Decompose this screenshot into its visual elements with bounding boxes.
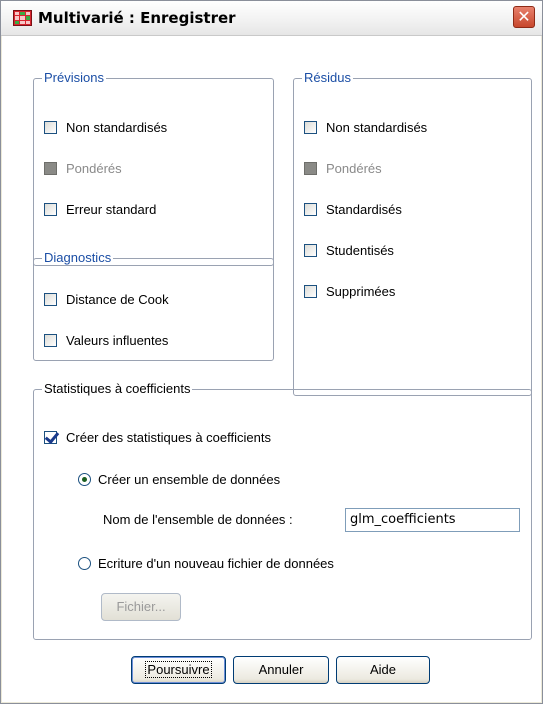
close-button[interactable]: ✕ [513, 6, 535, 28]
dialog-client-area: Prévisions Non standardisés Pondérés Err… [2, 36, 541, 702]
checkbox-box[interactable] [44, 203, 57, 216]
close-icon: ✕ [517, 7, 531, 26]
diagnostics-valeurs-influentes-checkbox[interactable]: Valeurs influentes [44, 333, 168, 348]
create-coefficient-stats-checkbox[interactable]: Créer des statistiques à coefficients [44, 430, 271, 445]
file-button: Fichier... [101, 593, 181, 621]
checkbox-box [304, 162, 317, 175]
dialog-window: Multivarié : Enregistrer ✕ Prévisions No… [0, 0, 543, 704]
diagnostics-group: Diagnostics Distance de Cook Valeurs inf… [33, 250, 274, 361]
checkbox-box[interactable] [304, 121, 317, 134]
title-bar[interactable]: Multivarié : Enregistrer ✕ [1, 1, 542, 36]
dataset-name-input[interactable]: glm_coefficients [345, 508, 520, 532]
diagnostics-cook-checkbox[interactable]: Distance de Cook [44, 292, 169, 307]
residus-non-standardises-checkbox[interactable]: Non standardisés [304, 120, 427, 135]
checkbox-box[interactable] [304, 244, 317, 257]
dataset-name-label: Nom de l'ensemble de données : [103, 512, 293, 527]
continue-button-label: Poursuivre [145, 661, 212, 678]
checkbox-label: Standardisés [326, 202, 402, 217]
previsions-ponderes-checkbox: Pondérés [44, 161, 122, 176]
radio-create-dataset[interactable]: Créer un ensemble de données [78, 472, 280, 487]
residus-standardises-checkbox[interactable]: Standardisés [304, 202, 402, 217]
window-title: Multivarié : Enregistrer [38, 9, 236, 27]
residus-group: Résidus Non standardisés Pondérés Standa… [293, 70, 532, 396]
previsions-erreur-standard-checkbox[interactable]: Erreur standard [44, 202, 156, 217]
radio-write-new-file[interactable]: Ecriture d'un nouveau fichier de données [78, 556, 334, 571]
residus-ponderes-checkbox: Pondérés [304, 161, 382, 176]
cancel-button[interactable]: Annuler [233, 656, 329, 684]
checkbox-label: Non standardisés [66, 120, 168, 135]
checkbox-box[interactable] [44, 293, 57, 306]
checkbox-label: Distance de Cook [66, 292, 169, 307]
checkbox-label: Pondérés [326, 161, 382, 176]
diagnostics-legend: Diagnostics [42, 250, 114, 265]
checkbox-label: Pondérés [66, 161, 122, 176]
residus-legend: Résidus [302, 70, 353, 85]
help-button[interactable]: Aide [336, 656, 430, 684]
radio-button[interactable] [78, 557, 91, 570]
radio-button[interactable] [78, 473, 91, 486]
spss-app-icon [13, 10, 32, 26]
checkbox-label: Non standardisés [326, 120, 428, 135]
coefficients-legend: Statistiques à coefficients [42, 381, 193, 396]
radio-label: Créer un ensemble de données [98, 472, 281, 487]
checkbox-box[interactable] [44, 431, 57, 444]
checkbox-box [44, 162, 57, 175]
dataset-name-label-text: Nom de l'ensemble de données : [103, 512, 293, 527]
continue-button[interactable]: Poursuivre [131, 656, 226, 684]
residus-supprimees-checkbox[interactable]: Supprimées [304, 284, 395, 299]
checkbox-box[interactable] [44, 121, 57, 134]
previsions-legend: Prévisions [42, 70, 106, 85]
checkbox-box[interactable] [304, 203, 317, 216]
checkbox-box[interactable] [304, 285, 317, 298]
checkbox-label: Supprimées [326, 284, 396, 299]
radio-label: Ecriture d'un nouveau fichier de données [98, 556, 334, 571]
residus-studentises-checkbox[interactable]: Studentisés [304, 243, 394, 258]
checkbox-label: Créer des statistiques à coefficients [66, 430, 271, 445]
checkbox-box[interactable] [44, 334, 57, 347]
previsions-group: Prévisions Non standardisés Pondérés Err… [33, 70, 274, 266]
checkbox-label: Valeurs influentes [66, 333, 169, 348]
checkbox-label: Erreur standard [66, 202, 157, 217]
checkbox-label: Studentisés [326, 243, 394, 258]
previsions-non-standardises-checkbox[interactable]: Non standardisés [44, 120, 167, 135]
